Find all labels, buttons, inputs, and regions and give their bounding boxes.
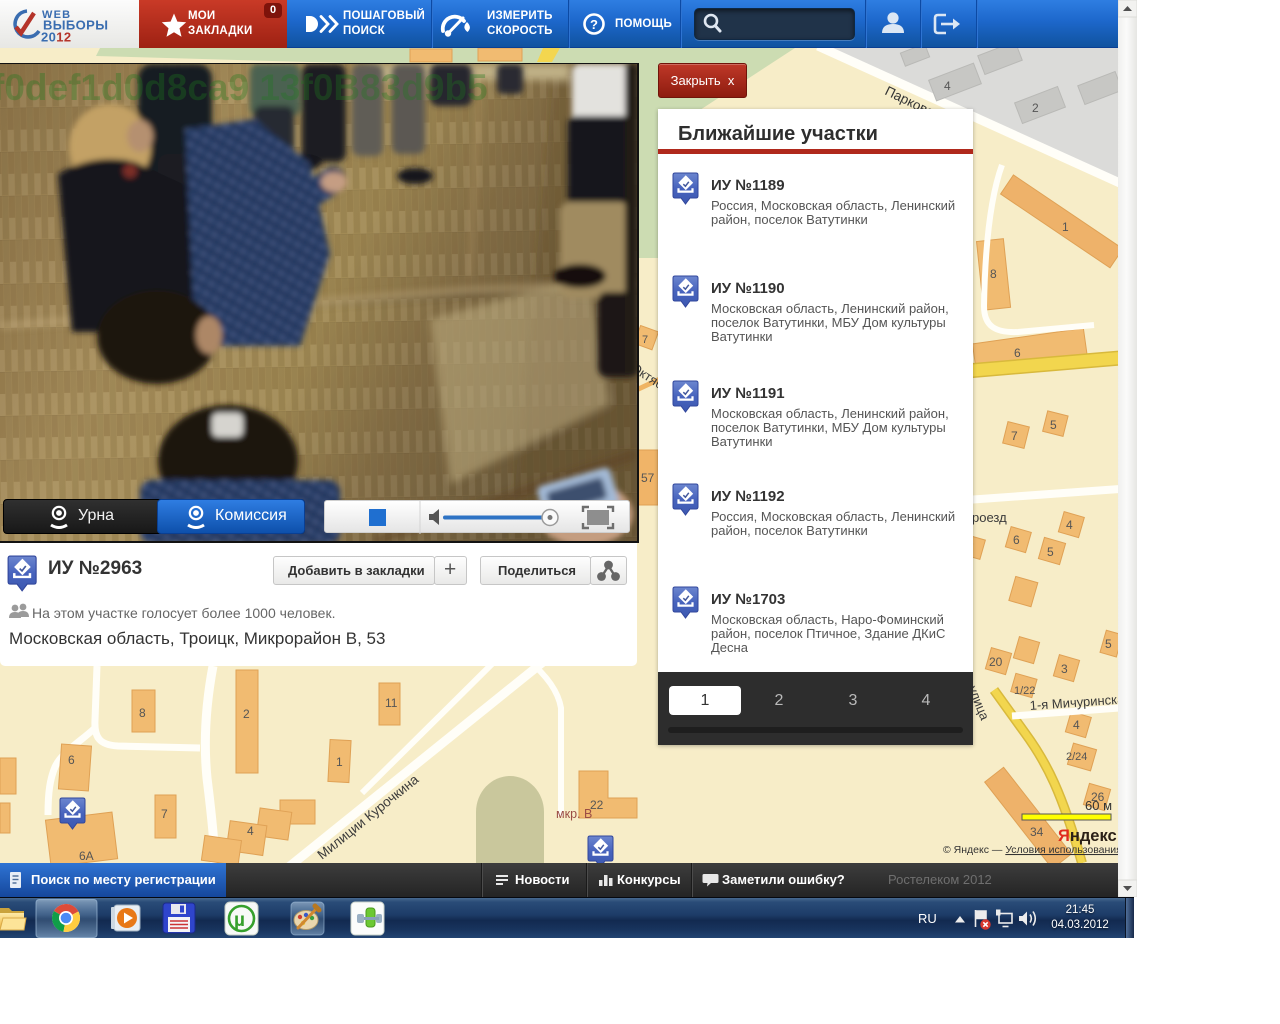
svg-text:2: 2: [243, 707, 250, 721]
svg-text:© Яндекс — Условия использован: © Яндекс — Условия использования: [943, 844, 1118, 856]
svg-text:1: 1: [336, 755, 343, 769]
svg-text:RU: RU: [918, 911, 937, 926]
svg-text:f0def1d0d8ca9 13f0B83d9b5: f0def1d0d8ca9 13f0B83d9b5: [0, 67, 488, 108]
svg-text:2: 2: [1032, 101, 1039, 115]
svg-text:7: 7: [161, 807, 168, 821]
svg-text:1/22: 1/22: [1014, 685, 1035, 697]
svg-text:20: 20: [989, 655, 1003, 669]
svg-text:6: 6: [1013, 533, 1020, 547]
svg-text:5: 5: [1105, 637, 1112, 651]
svg-text:6: 6: [68, 753, 75, 767]
svg-text:Яндекс: Яндекс: [1058, 827, 1117, 845]
svg-text:34: 34: [1030, 825, 1044, 839]
svg-text:8: 8: [990, 267, 997, 281]
svg-text:6: 6: [1014, 346, 1021, 360]
svg-text:57: 57: [641, 471, 655, 485]
svg-text:7: 7: [1011, 429, 1018, 443]
svg-text:8: 8: [139, 706, 146, 720]
svg-text:2/24: 2/24: [1066, 751, 1087, 763]
svg-text:60 м: 60 м: [1085, 798, 1112, 813]
svg-text:мкр. В: мкр. В: [556, 807, 592, 821]
svg-text:5: 5: [1050, 418, 1057, 432]
svg-text:6А: 6А: [79, 849, 94, 863]
svg-text:4: 4: [247, 824, 254, 838]
svg-text:?: ?: [590, 17, 598, 32]
svg-text:роезд: роезд: [972, 510, 1007, 525]
svg-text:1: 1: [1062, 220, 1069, 234]
svg-text:4: 4: [1073, 718, 1080, 732]
svg-text:7: 7: [642, 334, 648, 346]
svg-text:5: 5: [1047, 545, 1054, 559]
svg-text:3: 3: [1061, 662, 1068, 676]
svg-text:µ: µ: [234, 910, 245, 931]
svg-text:4: 4: [944, 79, 951, 93]
svg-text:4: 4: [1066, 518, 1073, 532]
svg-text:11: 11: [385, 696, 398, 710]
